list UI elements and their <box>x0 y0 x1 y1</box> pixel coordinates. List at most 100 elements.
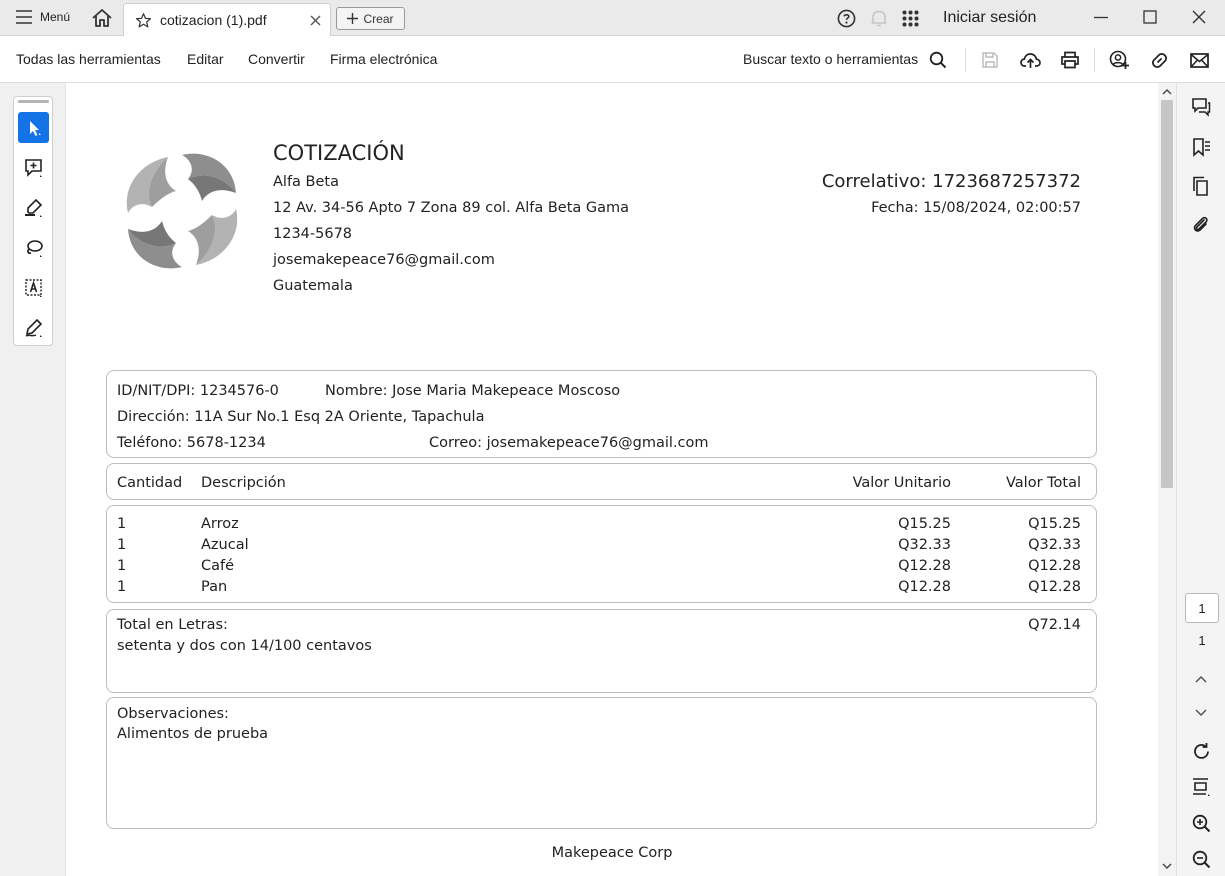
chevron-up-icon <box>1195 675 1207 683</box>
minimize-icon <box>1094 16 1108 19</box>
email-button[interactable] <box>1188 49 1210 71</box>
refresh-icon <box>1193 742 1209 759</box>
item-qty: 1 <box>117 537 127 553</box>
table-row: 1 Pan Q12.28 Q12.28 <box>107 579 1096 600</box>
zoom-in-icon <box>1192 814 1210 832</box>
maximize-button[interactable] <box>1142 9 1158 25</box>
company-country: Guatemala <box>273 278 353 294</box>
upload-cloud-button[interactable] <box>1019 49 1041 71</box>
scroll-down-arrow-icon[interactable] <box>1162 863 1172 870</box>
cloud-upload-icon <box>1019 53 1041 68</box>
apps-button[interactable] <box>902 10 919 27</box>
observations-text: Alimentos de prueba <box>117 726 269 742</box>
star-icon[interactable] <box>135 12 152 29</box>
pages-panel-button[interactable] <box>1189 174 1213 198</box>
highlight-tool[interactable] <box>18 192 49 223</box>
lasso-icon <box>26 239 43 257</box>
comment-add-icon <box>24 158 42 177</box>
menu-convert[interactable]: Convertir <box>248 51 305 67</box>
paperclip-icon <box>1193 216 1208 232</box>
print-button[interactable] <box>1059 49 1081 71</box>
document-viewport[interactable]: COTIZACIÓN Alfa Beta 12 Av. 34-56 Apto 7… <box>66 83 1158 876</box>
menu-e-signature[interactable]: Firma electrónica <box>330 51 437 67</box>
toolbar-divider <box>1094 48 1095 72</box>
item-unit-price: Q12.28 <box>898 558 951 574</box>
document-title: COTIZACIÓN <box>273 141 405 165</box>
menu-button[interactable]: Menú <box>16 10 70 24</box>
sign-tool[interactable] <box>18 312 49 343</box>
share-user-button[interactable] <box>1108 49 1130 71</box>
home-button[interactable] <box>91 8 113 28</box>
client-name: Nombre: Jose Maria Makepeace Moscoso <box>325 383 621 399</box>
quote-date: Fecha: 15/08/2024, 02:00:57 <box>871 200 1081 216</box>
search-button[interactable] <box>927 49 949 71</box>
total-box: Total en Letras: Q72.14 setenta y dos co… <box>106 609 1097 693</box>
scroll-thumb[interactable] <box>1161 100 1173 488</box>
help-button[interactable] <box>837 9 856 28</box>
mail-icon <box>1189 52 1209 68</box>
document-footer: Makepeace Corp <box>551 845 673 861</box>
create-button[interactable]: Crear <box>336 7 405 30</box>
plus-icon <box>347 13 359 24</box>
column-header-qty: Cantidad <box>117 475 183 491</box>
client-address: Dirección: 11A Sur No.1 Esq 2A Oriente, … <box>117 409 485 425</box>
bookmarks-panel-button[interactable] <box>1189 135 1213 159</box>
bell-icon <box>871 10 887 27</box>
save-button[interactable] <box>979 49 1001 71</box>
attachments-panel-button[interactable] <box>1189 213 1213 237</box>
add-comment-tool[interactable] <box>18 152 49 183</box>
item-unit-price: Q12.28 <box>898 579 951 595</box>
client-email: Correo: josemakepeace76@gmail.com <box>429 435 709 451</box>
total-in-words-label: Total en Letras: <box>117 617 228 633</box>
hamburger-icon <box>16 10 32 24</box>
left-tool-panel <box>0 83 66 876</box>
items-table: 1 Arroz Q15.25 Q15.25 1 Azucal Q32.33 Q3… <box>106 505 1097 603</box>
page-number-input[interactable]: 1 <box>1185 593 1219 623</box>
fit-page-button[interactable] <box>1189 775 1213 799</box>
item-unit-price: Q32.33 <box>898 537 951 553</box>
text-box-tool[interactable] <box>18 272 49 303</box>
drag-handle[interactable] <box>18 100 49 103</box>
next-page-button[interactable] <box>1189 701 1213 725</box>
menu-all-tools[interactable]: Todas las herramientas <box>16 51 161 67</box>
client-info-box: ID/NIT/DPI: 1234576-0 Nombre: Jose Maria… <box>106 370 1097 458</box>
cursor-icon <box>29 120 41 136</box>
previous-page-button[interactable] <box>1189 667 1213 691</box>
item-description: Café <box>201 558 235 574</box>
fit-page-icon <box>1193 778 1210 796</box>
item-description: Azucal <box>201 537 249 553</box>
select-tool[interactable] <box>18 112 49 143</box>
company-phone: 1234-5678 <box>273 226 353 242</box>
item-description: Pan <box>201 579 228 595</box>
help-icon <box>837 9 856 28</box>
zoom-out-icon <box>1192 850 1210 868</box>
item-total: Q15.25 <box>1028 516 1081 532</box>
item-total: Q12.28 <box>1028 579 1081 595</box>
search-tools-label[interactable]: Buscar texto o herramientas <box>743 51 918 67</box>
client-id: ID/NIT/DPI: 1234576-0 <box>117 383 279 399</box>
comments-panel-button[interactable] <box>1189 95 1213 119</box>
zoom-in-button[interactable] <box>1189 811 1213 835</box>
observations-label: Observaciones: <box>117 706 229 722</box>
sign-in-link[interactable]: Iniciar sesión <box>943 9 1036 27</box>
notifications-button[interactable] <box>870 9 888 28</box>
close-window-button[interactable] <box>1191 9 1207 25</box>
bookmark-icon <box>1193 138 1210 157</box>
scroll-up-arrow-icon[interactable] <box>1162 88 1172 95</box>
create-label: Crear <box>363 11 394 26</box>
zoom-out-button[interactable] <box>1189 847 1213 871</box>
save-icon <box>982 52 998 68</box>
column-header-unit-price: Valor Unitario <box>852 475 951 491</box>
vertical-scrollbar[interactable] <box>1158 83 1176 876</box>
draw-tool[interactable] <box>18 232 49 263</box>
chevron-down-icon <box>1195 709 1207 717</box>
home-icon <box>92 9 112 27</box>
minimize-button[interactable] <box>1093 9 1109 25</box>
document-tab[interactable]: cotizacion (1).pdf <box>123 3 331 36</box>
item-total: Q12.28 <box>1028 558 1081 574</box>
rotate-button[interactable] <box>1189 739 1213 763</box>
pages-icon <box>1193 176 1208 196</box>
menu-edit[interactable]: Editar <box>187 51 224 67</box>
copy-link-button[interactable] <box>1148 49 1170 71</box>
close-tab-icon[interactable] <box>310 15 321 26</box>
